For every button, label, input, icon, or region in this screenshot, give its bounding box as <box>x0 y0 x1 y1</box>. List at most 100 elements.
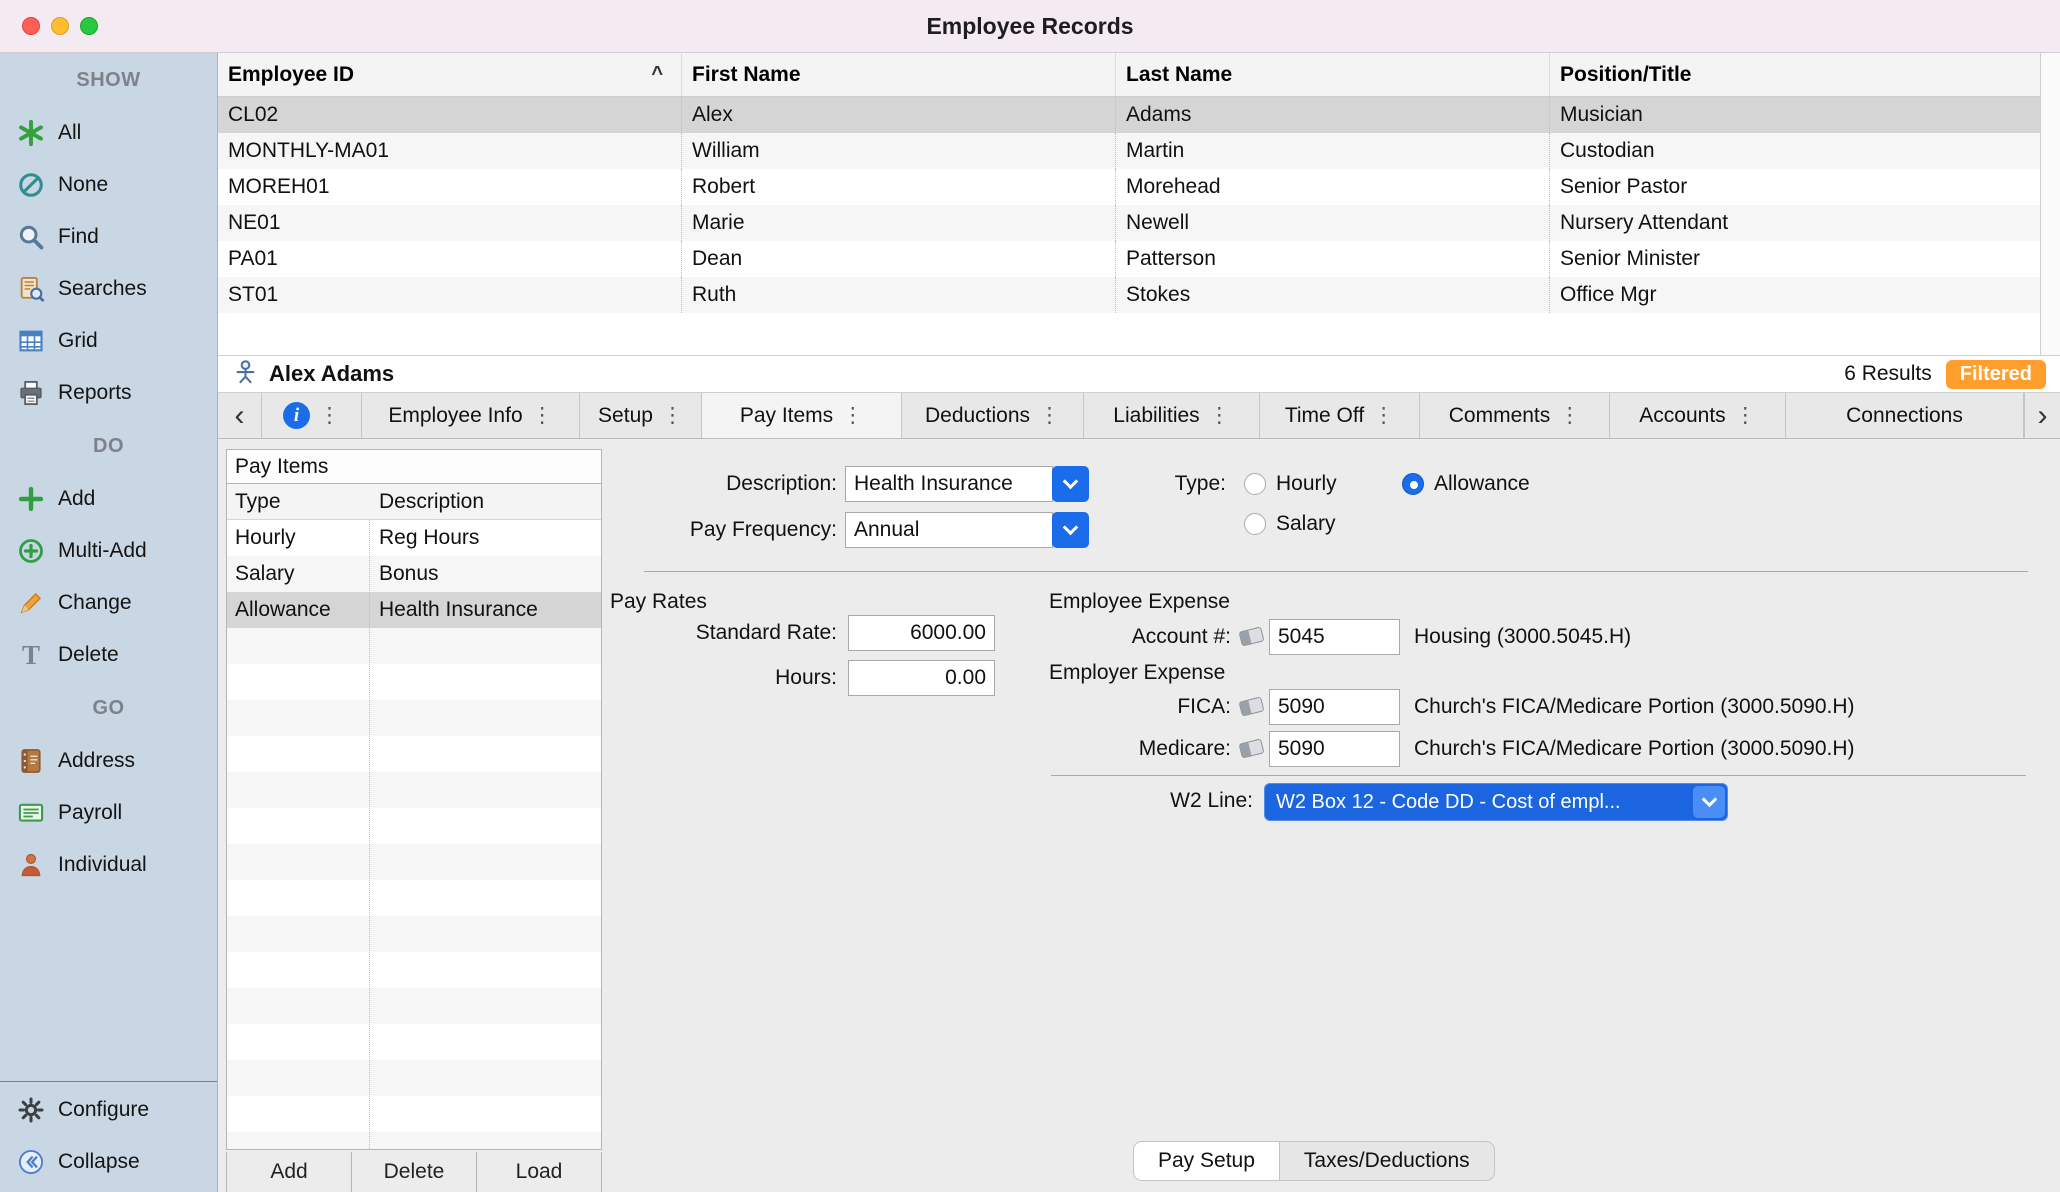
description-dropdown-button[interactable] <box>1052 466 1089 502</box>
tab-menu-icon[interactable]: ⋮ <box>842 403 863 428</box>
sidebar-item-change[interactable]: Change <box>0 577 217 629</box>
sidebar-item-address[interactable]: Address <box>0 735 217 787</box>
tab-menu-icon[interactable]: ⋮ <box>1559 403 1580 428</box>
table-row[interactable]: ST01 Ruth Stokes Office Mgr <box>218 277 2060 313</box>
employee-records-window: Employee Records SHOW All None Find <box>0 0 2060 1192</box>
table-row[interactable]: NE01 Marie Newell Nursery Attendant <box>218 205 2060 241</box>
type-hourly-radio-label[interactable]: Hourly <box>1276 466 1337 502</box>
tab-employee-info[interactable]: Employee Info⋮ <box>362 393 580 438</box>
add-pay-item-button[interactable]: Add <box>226 1152 352 1192</box>
empty-rows-area <box>227 628 601 1149</box>
description-dropdown[interactable]: Health Insurance <box>845 466 1053 502</box>
table-scrollbar[interactable] <box>2040 53 2060 355</box>
column-header-label: Position/Title <box>1560 63 1691 87</box>
tab-scroll-right-button[interactable]: › <box>2024 393 2060 438</box>
tab-info[interactable]: i ⋮ <box>262 393 362 438</box>
sidebar-item-label: Collapse <box>58 1150 140 1174</box>
cell-position: Senior Pastor <box>1549 169 2060 205</box>
column-header-employee-id[interactable]: Employee ID ^ <box>218 53 681 96</box>
w2-line-dropdown[interactable]: W2 Box 12 - Code DD - Cost of empl... <box>1264 783 1728 821</box>
table-row[interactable]: MOREH01 Robert Morehead Senior Pastor <box>218 169 2060 205</box>
tab-label: Pay Items <box>740 404 833 428</box>
table-row[interactable]: MONTHLY-MA01 William Martin Custodian <box>218 133 2060 169</box>
pay-item-row[interactable]: Hourly Reg Hours <box>227 520 601 556</box>
tab-pay-items[interactable]: Pay Items ⋮ <box>702 393 902 438</box>
table-row[interactable]: PA01 Dean Patterson Senior Minister <box>218 241 2060 277</box>
tab-menu-icon[interactable]: ⋮ <box>1735 403 1756 428</box>
taxes-deductions-tab[interactable]: Taxes/Deductions <box>1280 1142 1494 1180</box>
tab-comments[interactable]: Comments⋮ <box>1420 393 1610 438</box>
pay-frequency-label: Pay Frequency: <box>598 512 837 548</box>
section-divider <box>644 571 2028 572</box>
tab-menu-icon[interactable]: ⋮ <box>532 403 553 428</box>
cell-last-name: Adams <box>1115 97 1549 133</box>
plus-icon <box>14 483 48 515</box>
tab-deductions[interactable]: Deductions ⋮ <box>902 393 1084 438</box>
cell-first-name: Ruth <box>681 277 1115 313</box>
eraser-icon[interactable] <box>1239 626 1265 646</box>
standard-rate-field[interactable]: 6000.00 <box>848 615 995 651</box>
filtered-badge[interactable]: Filtered <box>1946 360 2046 389</box>
tab-menu-icon[interactable]: ⋮ <box>1039 403 1060 428</box>
column-header-position[interactable]: Position/Title <box>1549 53 2060 96</box>
payroll-check-icon <box>14 797 48 829</box>
sidebar-item-all[interactable]: All <box>0 107 217 159</box>
table-row[interactable]: CL02 Alex Adams Musician <box>218 97 2060 133</box>
sidebar-item-grid[interactable]: Grid <box>0 315 217 367</box>
medicare-account-description: Church's FICA/Medicare Portion (3000.509… <box>1414 731 1855 767</box>
employer-expense-heading: Employer Expense <box>1049 661 1225 685</box>
sidebar-item-delete[interactable]: T Delete <box>0 629 217 681</box>
sidebar-item-multi-add[interactable]: Multi-Add <box>0 525 217 577</box>
sidebar-section-go: GO <box>0 681 217 735</box>
sidebar-item-payroll[interactable]: Payroll <box>0 787 217 839</box>
type-allowance-radio-label[interactable]: Allowance <box>1434 466 1530 502</box>
account-number-field[interactable]: 5045 <box>1269 619 1400 655</box>
column-header-last-name[interactable]: Last Name <box>1115 53 1549 96</box>
type-salary-radio[interactable] <box>1244 513 1266 535</box>
asterisk-icon <box>14 117 48 149</box>
sidebar-item-none[interactable]: None <box>0 159 217 211</box>
eraser-icon[interactable] <box>1239 696 1265 716</box>
sidebar-item-configure[interactable]: Configure <box>0 1084 217 1136</box>
pay-item-row[interactable]: Salary Bonus <box>227 556 601 592</box>
sidebar-item-individual[interactable]: Individual <box>0 839 217 891</box>
type-hourly-radio[interactable] <box>1244 473 1266 495</box>
tab-connections[interactable]: Connections <box>1786 393 2024 438</box>
medicare-account-field[interactable]: 5090 <box>1269 731 1400 767</box>
pay-items-buttons: Add Delete Load <box>226 1152 602 1192</box>
sidebar-item-searches[interactable]: Searches <box>0 263 217 315</box>
tab-menu-icon[interactable]: ⋮ <box>662 403 683 428</box>
pay-frequency-dropdown[interactable]: Annual <box>845 512 1053 548</box>
cell-description: Health Insurance <box>369 598 601 622</box>
close-window-button[interactable] <box>22 17 40 35</box>
hours-field[interactable]: 0.00 <box>848 660 995 696</box>
sort-ascending-icon[interactable]: ^ <box>651 63 663 86</box>
zoom-window-button[interactable] <box>80 17 98 35</box>
fica-account-field[interactable]: 5090 <box>1269 689 1400 725</box>
tab-menu-icon[interactable]: ⋮ <box>319 403 340 428</box>
type-allowance-radio[interactable] <box>1402 473 1424 495</box>
eraser-icon[interactable] <box>1239 738 1265 758</box>
tab-scroll-left-button[interactable]: ‹ <box>218 393 262 438</box>
sidebar-item-find[interactable]: Find <box>0 211 217 263</box>
sidebar-item-reports[interactable]: Reports <box>0 367 217 419</box>
pay-frequency-dropdown-button[interactable] <box>1052 512 1089 548</box>
tab-liabilities[interactable]: Liabilities⋮ <box>1084 393 1260 438</box>
tab-accounts[interactable]: Accounts⋮ <box>1610 393 1786 438</box>
pay-item-row[interactable]: Allowance Health Insurance <box>227 592 601 628</box>
load-pay-item-button[interactable]: Load <box>477 1152 602 1192</box>
sidebar-item-add[interactable]: Add <box>0 473 217 525</box>
sidebar-item-collapse[interactable]: Collapse <box>0 1136 217 1188</box>
delete-pay-item-button[interactable]: Delete <box>352 1152 477 1192</box>
pay-items-content: Pay Items Type Description Hourly Reg Ho… <box>218 439 2060 1192</box>
column-header-first-name[interactable]: First Name <box>681 53 1115 96</box>
tab-time-off[interactable]: Time Off⋮ <box>1260 393 1420 438</box>
tab-menu-icon[interactable]: ⋮ <box>1209 403 1230 428</box>
tab-label: Deductions <box>925 404 1030 428</box>
sidebar-section-do: DO <box>0 419 217 473</box>
minimize-window-button[interactable] <box>51 17 69 35</box>
type-salary-radio-label[interactable]: Salary <box>1276 506 1336 542</box>
tab-menu-icon[interactable]: ⋮ <box>1373 403 1394 428</box>
pay-setup-tab[interactable]: Pay Setup <box>1134 1142 1280 1180</box>
tab-setup[interactable]: Setup⋮ <box>580 393 702 438</box>
